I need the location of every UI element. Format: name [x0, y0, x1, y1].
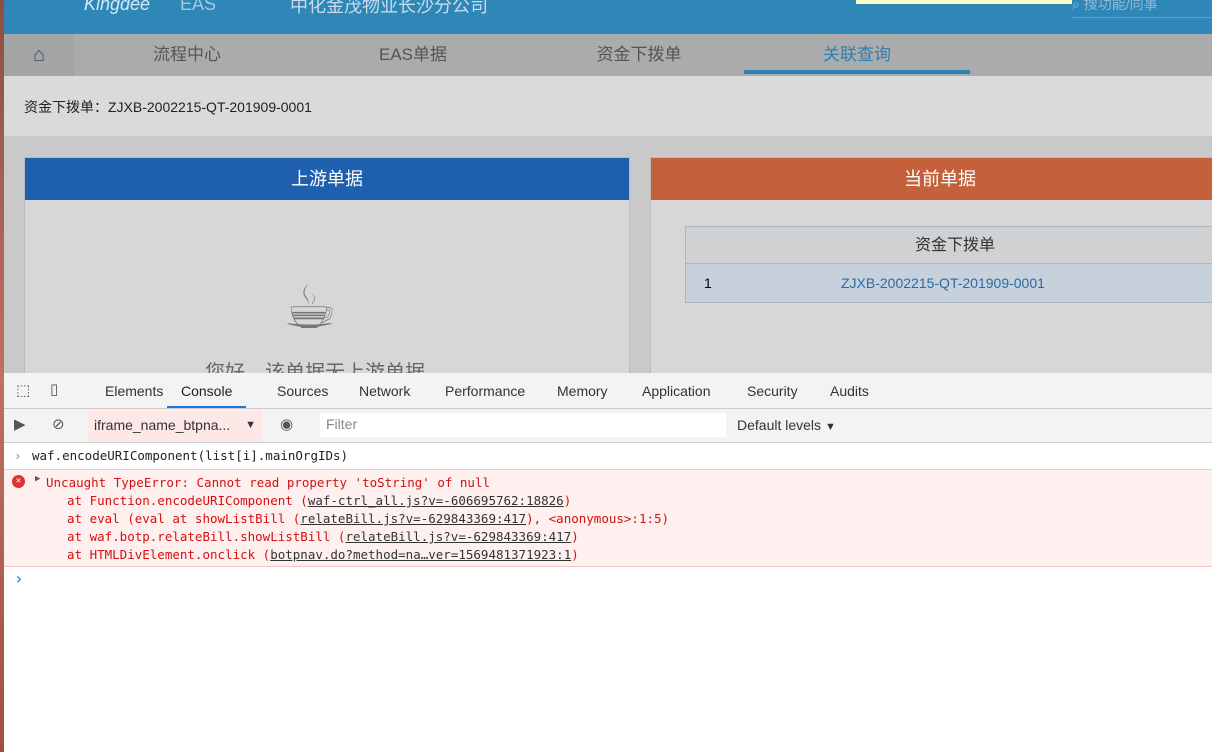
table-header: 资金下拨单: [686, 227, 1212, 264]
stack-frame: at Function.encodeURIComponent (waf-ctrl…: [67, 493, 572, 508]
error-message: Uncaught TypeError: Cannot read property…: [46, 475, 491, 490]
console-toolbar: ▶ ⊘ iframe_name_btpna... ▼ ◉ Filter Defau…: [4, 409, 1212, 443]
tab-performance[interactable]: Performance: [445, 373, 525, 408]
current-panel: 当前单据 资金下拨单 1 ZJXB-2002215-QT-201909-0001: [650, 157, 1212, 373]
tab-network[interactable]: Network: [359, 373, 410, 408]
org-select[interactable]: [856, 0, 1072, 4]
tab-sources[interactable]: Sources: [277, 373, 328, 408]
tab-fund-allocation[interactable]: 资金下拨单: [526, 34, 752, 76]
source-link[interactable]: botpnav.do?method=na…ver=1569481371923:1: [270, 547, 571, 562]
sidebar-toggle-icon[interactable]: ▶: [14, 415, 26, 433]
source-link[interactable]: relateBill.js?v=-629843369:417: [300, 511, 526, 526]
upstream-title: 上游单据: [25, 158, 629, 200]
eye-icon[interactable]: ◉: [280, 415, 293, 433]
tab-console[interactable]: Console: [167, 373, 247, 408]
inspect-icon[interactable]: ⬚: [16, 381, 30, 399]
filter-input[interactable]: Filter: [320, 413, 726, 437]
tab-related-query[interactable]: 关联查询: [744, 34, 970, 76]
input-text: waf.encodeURIComponent(list[i].mainOrgID…: [32, 448, 349, 463]
stack-frame: at waf.botp.relateBill.showListBill (rel…: [67, 529, 579, 544]
stack-frame: at HTMLDivElement.onclick (botpnav.do?me…: [67, 547, 579, 562]
tab-elements[interactable]: Elements: [105, 373, 163, 408]
empty-text: 您好，该单据无上游单据: [205, 362, 425, 373]
bill-table: 资金下拨单 1 ZJXB-2002215-QT-201909-0001: [685, 226, 1212, 303]
source-link[interactable]: waf-ctrl_all.js?v=-606695762:18826: [308, 493, 564, 508]
devtools-tabbar: ⬚ ▯ Elements Console Sources Network Per…: [4, 373, 1212, 409]
search-placeholder: 搜功能/同事: [1083, 0, 1158, 12]
upstream-panel: 上游单据 ☕ 您好，该单据无上游单据: [24, 157, 630, 373]
context-select[interactable]: iframe_name_btpna... ▼: [88, 409, 262, 442]
tab-audits[interactable]: Audits: [830, 373, 869, 408]
kingdee-logo: Kingdee: [84, 0, 151, 14]
row-index: 1: [704, 275, 712, 291]
console-prompt[interactable]: ›: [4, 567, 1212, 591]
console-input-echo: › waf.encodeURIComponent(list[i].mainOrg…: [4, 443, 1212, 469]
stack-frame: at eval (eval at showListBill (relateBil…: [67, 511, 670, 526]
breadcrumb: 资金下拨单：ZJXB-2002215-QT-201909-0001: [4, 76, 1212, 136]
tab-security[interactable]: Security: [747, 373, 798, 408]
app-header: Kingdee EAS 中化金茂物业长沙分公司 ⌕ 搜功能/同事: [4, 0, 1212, 34]
nav-bar: ⌂ 流程中心 EAS单据 资金下拨单 关联查询: [4, 34, 1212, 76]
dropdown-arrow-icon: ▼: [824, 421, 836, 433]
table-row: 1 ZJXB-2002215-QT-201909-0001: [686, 264, 1212, 302]
eas-app: Kingdee EAS 中化金茂物业长沙分公司 ⌕ 搜功能/同事 ⌂ 流程中心 …: [4, 0, 1212, 373]
input-chevron-icon: ›: [14, 448, 22, 463]
search-input[interactable]: ⌕ 搜功能/同事: [1072, 0, 1212, 18]
tab-application[interactable]: Application: [642, 373, 711, 408]
product-name: EAS: [180, 0, 217, 14]
home-icon[interactable]: ⌂: [4, 34, 74, 76]
org-name: 中化金茂物业长沙分公司: [290, 0, 488, 16]
source-link[interactable]: relateBill.js?v=-629843369:417: [345, 529, 571, 544]
console-error: ✕ ▶ Uncaught TypeError: Cannot read prop…: [4, 469, 1212, 567]
levels-select[interactable]: Default levels ▼: [737, 409, 836, 444]
tab-eas-bills[interactable]: EAS单据: [300, 34, 526, 76]
filter-placeholder: Filter: [326, 416, 358, 432]
coffee-cup-icon: ☕: [283, 274, 337, 341]
error-icon: ✕: [12, 475, 25, 488]
bill-link[interactable]: ZJXB-2002215-QT-201909-0001: [841, 264, 1045, 302]
expand-triangle-icon[interactable]: ▶: [35, 474, 40, 484]
levels-value: Default levels: [737, 417, 822, 433]
context-value: iframe_name_btpna...: [94, 417, 231, 433]
devtools: ⬚ ▯ Elements Console Sources Network Per…: [4, 373, 1212, 752]
device-toolbar-icon[interactable]: ▯: [50, 380, 58, 398]
dropdown-arrow-icon: ▼: [245, 419, 256, 431]
prompt-chevron-icon: ›: [14, 569, 24, 588]
tab-process-center[interactable]: 流程中心: [74, 34, 300, 76]
tab-memory[interactable]: Memory: [557, 373, 608, 408]
clear-console-icon[interactable]: ⊘: [52, 415, 65, 433]
current-title: 当前单据: [651, 158, 1212, 200]
